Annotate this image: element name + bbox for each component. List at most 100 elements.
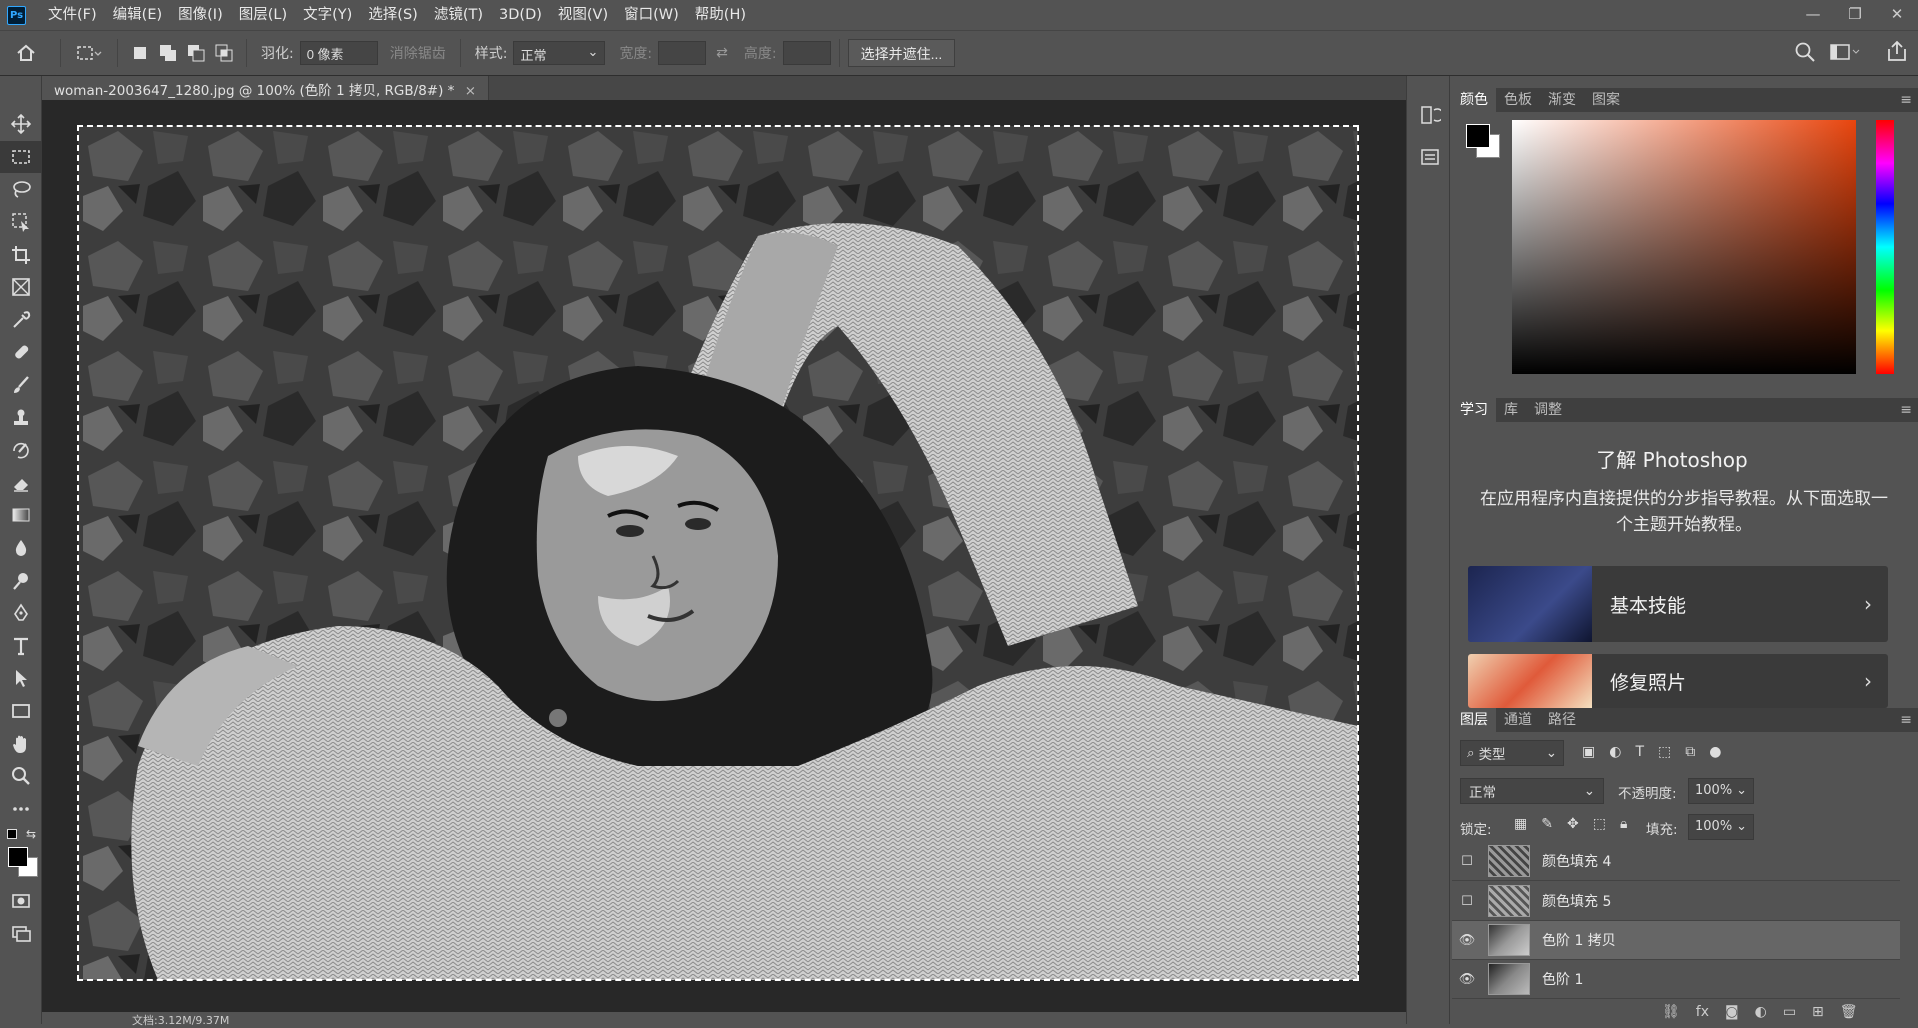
swap-icon[interactable]: ⇄ xyxy=(716,45,728,61)
gradient-tool-icon[interactable] xyxy=(0,499,42,532)
new-selection-icon[interactable] xyxy=(126,46,154,60)
tab-gradients[interactable]: 渐变 xyxy=(1540,88,1584,112)
path-selection-tool-icon[interactable] xyxy=(0,662,42,695)
history-panel-icon[interactable] xyxy=(1419,104,1449,130)
menu-edit[interactable]: 编辑(E) xyxy=(105,0,170,30)
object-selection-tool-icon[interactable] xyxy=(0,206,42,239)
menu-select[interactable]: 选择(S) xyxy=(360,0,426,30)
lasso-tool-icon[interactable] xyxy=(0,173,42,206)
select-and-mask-button[interactable]: 选择并遮住... xyxy=(847,39,956,67)
eraser-tool-icon[interactable] xyxy=(0,467,42,500)
menu-layer[interactable]: 图层(L) xyxy=(231,0,295,30)
fill-input[interactable]: 100% ⌄ xyxy=(1688,814,1754,840)
menu-filter[interactable]: 滤镜(T) xyxy=(426,0,491,30)
new-adjustment-layer-icon[interactable]: ◐ xyxy=(1755,1004,1767,1020)
dodge-tool-icon[interactable] xyxy=(0,564,42,597)
delete-layer-icon[interactable]: 🗑︎ xyxy=(1840,1004,1858,1020)
share-icon[interactable] xyxy=(1886,39,1908,67)
tab-patterns[interactable]: 图案 xyxy=(1584,88,1628,112)
add-mask-icon[interactable]: ◙ xyxy=(1725,1004,1739,1020)
home-icon[interactable] xyxy=(0,42,52,64)
width-input[interactable] xyxy=(658,41,707,65)
layer-row[interactable]: ☐ 颜色填充 5 xyxy=(1452,882,1900,921)
close-button[interactable]: ✕ xyxy=(1876,0,1918,30)
restore-button[interactable]: ❐ xyxy=(1834,0,1876,30)
rectangle-tool-icon[interactable] xyxy=(0,695,42,728)
eye-icon[interactable]: 👁︎ xyxy=(1452,933,1482,948)
foreground-color-swatch[interactable] xyxy=(8,847,28,868)
height-input[interactable] xyxy=(782,41,831,65)
tab-paths[interactable]: 路径 xyxy=(1540,708,1584,732)
filter-adjustment-icon[interactable]: ◐ xyxy=(1609,744,1621,760)
search-icon[interactable] xyxy=(1794,41,1816,67)
filter-smart-object-icon[interactable]: ⧉ xyxy=(1685,744,1695,760)
visibility-toggle[interactable]: ☐ xyxy=(1452,894,1482,909)
pen-tool-icon[interactable] xyxy=(0,597,42,630)
zoom-tool-icon[interactable] xyxy=(0,760,42,793)
menu-view[interactable]: 视图(V) xyxy=(550,0,616,30)
menu-file[interactable]: 文件(F) xyxy=(40,0,105,30)
filter-shape-icon[interactable]: ⬚ xyxy=(1658,744,1671,760)
filter-toggle-icon[interactable]: ● xyxy=(1709,744,1721,760)
brush-tool-icon[interactable] xyxy=(0,369,42,402)
frame-tool-icon[interactable] xyxy=(0,271,42,304)
layer-style-icon[interactable]: fx xyxy=(1696,1004,1709,1020)
swap-colors-icon[interactable]: ⇆ xyxy=(26,827,36,841)
more-tools-icon[interactable] xyxy=(0,792,42,825)
subtract-selection-icon[interactable] xyxy=(182,44,210,62)
canvas-area[interactable] xyxy=(42,100,1406,1012)
add-selection-icon[interactable] xyxy=(154,44,182,62)
properties-panel-icon[interactable] xyxy=(1419,146,1449,172)
tutorial-card-basic-skills[interactable]: 基本技能 › xyxy=(1468,566,1888,642)
quick-mask-icon[interactable] xyxy=(0,885,42,918)
hand-tool-icon[interactable] xyxy=(0,727,42,760)
tab-channels[interactable]: 通道 xyxy=(1496,708,1540,732)
close-tab-icon[interactable]: × xyxy=(465,83,476,99)
intersect-selection-icon[interactable] xyxy=(210,44,238,62)
color-panel-swatches[interactable] xyxy=(1466,124,1500,158)
rectangular-marquee-tool-icon[interactable] xyxy=(0,140,42,174)
hue-slider[interactable] xyxy=(1876,120,1894,374)
layer-row[interactable]: 👁︎ 色阶 1 xyxy=(1452,960,1900,999)
eye-icon[interactable]: 👁︎ xyxy=(1452,972,1482,987)
menu-3d[interactable]: 3D(D) xyxy=(491,0,550,30)
lock-artboard-icon[interactable]: ⬚ xyxy=(1593,816,1606,832)
antialias-checkbox-label[interactable]: 消除锯齿 xyxy=(390,43,446,63)
layer-row[interactable]: ☐ 颜色填充 4 xyxy=(1452,842,1900,881)
opacity-input[interactable]: 100% ⌄ xyxy=(1688,778,1754,804)
document-tab[interactable]: woman-2003647_1280.jpg @ 100% (色阶 1 拷贝, … xyxy=(42,76,490,100)
lock-pixels-icon[interactable]: ✎ xyxy=(1541,816,1553,832)
feather-input[interactable] xyxy=(299,41,378,65)
default-colors-icon[interactable] xyxy=(7,829,17,840)
tab-swatches[interactable]: 色板 xyxy=(1496,88,1540,112)
new-layer-icon[interactable]: ⊞ xyxy=(1812,1004,1824,1020)
blend-mode-select[interactable]: 正常 ⌄ xyxy=(1460,778,1604,804)
clone-stamp-tool-icon[interactable] xyxy=(0,401,42,434)
filter-type-icon[interactable]: T xyxy=(1635,744,1644,760)
tab-libraries[interactable]: 库 xyxy=(1496,398,1526,422)
move-tool-icon[interactable] xyxy=(0,108,42,141)
panel-menu-icon[interactable]: ≡ xyxy=(1900,712,1912,728)
lock-transparency-icon[interactable]: ▦ xyxy=(1514,816,1527,832)
tab-layers[interactable]: 图层 xyxy=(1452,708,1496,732)
history-brush-tool-icon[interactable] xyxy=(0,434,42,467)
style-select[interactable]: 正常 ⌄ xyxy=(513,41,606,65)
menu-type[interactable]: 文字(Y) xyxy=(295,0,360,30)
lock-position-icon[interactable]: ✥ xyxy=(1567,816,1579,832)
eyedropper-tool-icon[interactable] xyxy=(0,304,42,337)
link-layers-icon[interactable]: ⛓︎ xyxy=(1662,1004,1680,1020)
panel-menu-icon[interactable]: ≡ xyxy=(1900,402,1912,418)
filter-pixel-icon[interactable]: ▣ xyxy=(1582,744,1595,760)
menu-help[interactable]: 帮助(H) xyxy=(687,0,754,30)
visibility-toggle[interactable]: ☐ xyxy=(1452,854,1482,869)
crop-tool-icon[interactable] xyxy=(0,238,42,271)
tab-adjustments[interactable]: 调整 xyxy=(1526,398,1570,422)
layer-filter-select[interactable]: ⌕ 类型 ⌄ xyxy=(1460,740,1564,766)
minimize-button[interactable]: — xyxy=(1792,0,1834,30)
blur-tool-icon[interactable] xyxy=(0,532,42,565)
canvas-photo[interactable] xyxy=(77,125,1359,981)
screen-mode-icon[interactable] xyxy=(0,918,42,951)
lock-all-icon[interactable]: 🔒︎ xyxy=(1620,816,1627,832)
tutorial-card-fix-photo[interactable]: 修复照片 › xyxy=(1468,654,1888,708)
marquee-tool-preset-icon[interactable] xyxy=(69,44,109,62)
